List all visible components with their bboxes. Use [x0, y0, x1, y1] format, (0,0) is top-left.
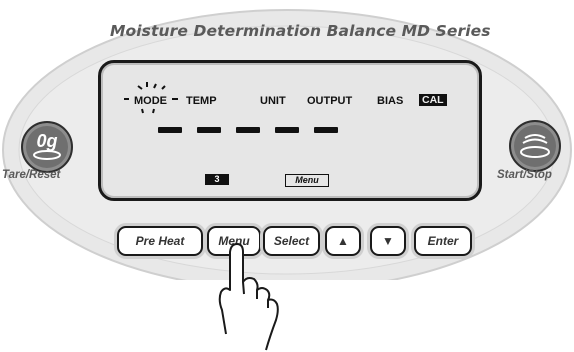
tare-icon: 0g	[33, 131, 61, 160]
mode-temp: TEMP	[186, 95, 217, 107]
digit-dash	[197, 127, 221, 133]
pointing-hand-icon	[218, 243, 279, 351]
zero-gram-symbol: 0g	[36, 131, 57, 151]
mode-mode: MODE	[134, 95, 167, 107]
mode-output: OUTPUT	[307, 95, 353, 107]
mode-unit: UNIT	[260, 95, 286, 107]
tare-reset-button[interactable]: 0g	[21, 121, 73, 173]
number-indicator: 3	[205, 174, 229, 185]
digit-dash	[275, 127, 299, 133]
digit-dash	[314, 127, 338, 133]
digit-dash	[158, 127, 182, 133]
mode-cal: CAL	[419, 94, 447, 106]
up-arrow-button[interactable]: ▲	[325, 226, 361, 256]
tare-reset-label: Tare/Reset	[2, 169, 61, 181]
sample-pan-icon	[520, 134, 550, 158]
menu-indicator: Menu	[285, 174, 329, 187]
device-title: Moisture Determination Balance MD Series	[110, 22, 491, 40]
mode-bias: BIAS	[377, 95, 404, 107]
down-arrow-button[interactable]: ▼	[370, 226, 406, 256]
enter-button[interactable]: Enter	[414, 226, 472, 256]
digit-dash	[236, 127, 260, 133]
start-stop-button[interactable]	[509, 120, 561, 172]
start-stop-label: Start/Stop	[497, 169, 552, 181]
